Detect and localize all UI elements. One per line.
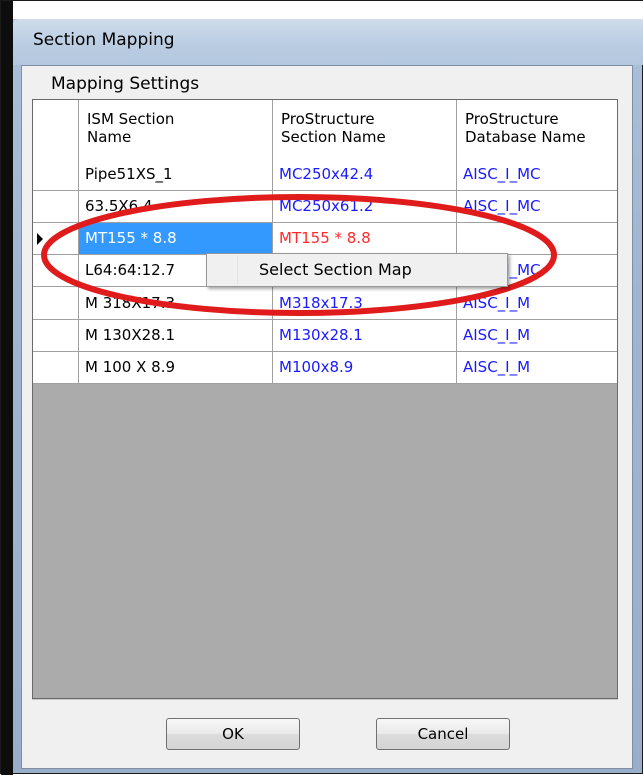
column-header-line: Database Name <box>465 128 586 146</box>
row-header[interactable] <box>33 191 79 223</box>
row-header[interactable] <box>33 255 79 287</box>
cancel-button[interactable]: Cancel <box>376 718 510 750</box>
row-header[interactable] <box>33 158 79 191</box>
column-header-line: Name <box>87 128 132 146</box>
prostructure-section-cell[interactable]: M318x17.3 <box>273 287 457 320</box>
top-strip <box>13 1 643 19</box>
ism-section-cell[interactable]: 63.5X6.4 <box>79 191 273 223</box>
database-name-cell[interactable]: AISC_I_MC <box>457 191 617 223</box>
column-header-line: Section Name <box>281 128 386 146</box>
context-menu: Select Section Map <box>206 253 508 287</box>
button-bar: OK Cancel <box>32 699 618 768</box>
row-header-corner <box>33 100 79 158</box>
column-header-line: ProStructure <box>281 110 375 128</box>
database-name-cell[interactable]: AISC_I_M <box>457 352 617 384</box>
database-name-cell[interactable] <box>457 223 617 255</box>
database-name-cell[interactable]: AISC_I_M <box>457 320 617 352</box>
prostructure-section-cell-unmapped[interactable]: MT155 * 8.8 <box>273 223 457 255</box>
column-header-ism-section-name[interactable]: ISM Section Name <box>79 100 273 158</box>
column-header-line: ProStructure <box>465 110 559 128</box>
prostructure-section-cell[interactable]: MC250x61.2 <box>273 191 457 223</box>
select-section-map-menu-item[interactable]: Select Section Map <box>259 260 412 279</box>
window-title: Section Mapping <box>33 30 175 50</box>
column-header-prostructure-section-name[interactable]: ProStructure Section Name <box>273 100 457 158</box>
prostructure-section-cell[interactable]: MC250x42.4 <box>273 158 457 191</box>
database-name-cell[interactable]: AISC_I_M <box>457 287 617 320</box>
column-header-prostructure-database-name[interactable]: ProStructure Database Name <box>457 100 617 158</box>
section-mapping-window: Section Mapping Mapping Settings ISM Sec… <box>0 0 643 775</box>
mapping-settings-header: Mapping Settings <box>33 71 619 99</box>
prostructure-section-cell[interactable]: M100x8.9 <box>273 352 457 384</box>
column-header-line: ISM Section <box>87 110 175 128</box>
grid-header-row: ISM Section Name ProStructure Section Na… <box>33 100 617 159</box>
ism-section-cell[interactable]: M 100 X 8.9 <box>79 352 273 384</box>
row-header[interactable] <box>33 287 79 320</box>
row-header[interactable] <box>33 320 79 352</box>
database-name-cell[interactable]: AISC_I_MC <box>457 158 617 191</box>
title-bar[interactable]: Section Mapping <box>13 19 643 65</box>
ism-section-cell[interactable]: M 318X17.3 <box>79 287 273 320</box>
window-left-edge <box>1 1 13 775</box>
mapping-grid[interactable]: ISM Section Name ProStructure Section Na… <box>32 99 618 699</box>
prostructure-section-cell[interactable]: M130x28.1 <box>273 320 457 352</box>
ism-section-cell[interactable]: Pipe51XS_1 <box>79 158 273 191</box>
row-header[interactable] <box>33 352 79 384</box>
ism-section-cell-selected[interactable]: MT155 * 8.8 <box>79 223 273 255</box>
current-row-arrow-icon <box>37 233 43 245</box>
ism-section-cell[interactable]: M 130X28.1 <box>79 320 273 352</box>
mapping-settings-label: Mapping Settings <box>51 74 200 94</box>
ok-button[interactable]: OK <box>166 718 300 750</box>
context-menu-separator <box>237 256 238 284</box>
